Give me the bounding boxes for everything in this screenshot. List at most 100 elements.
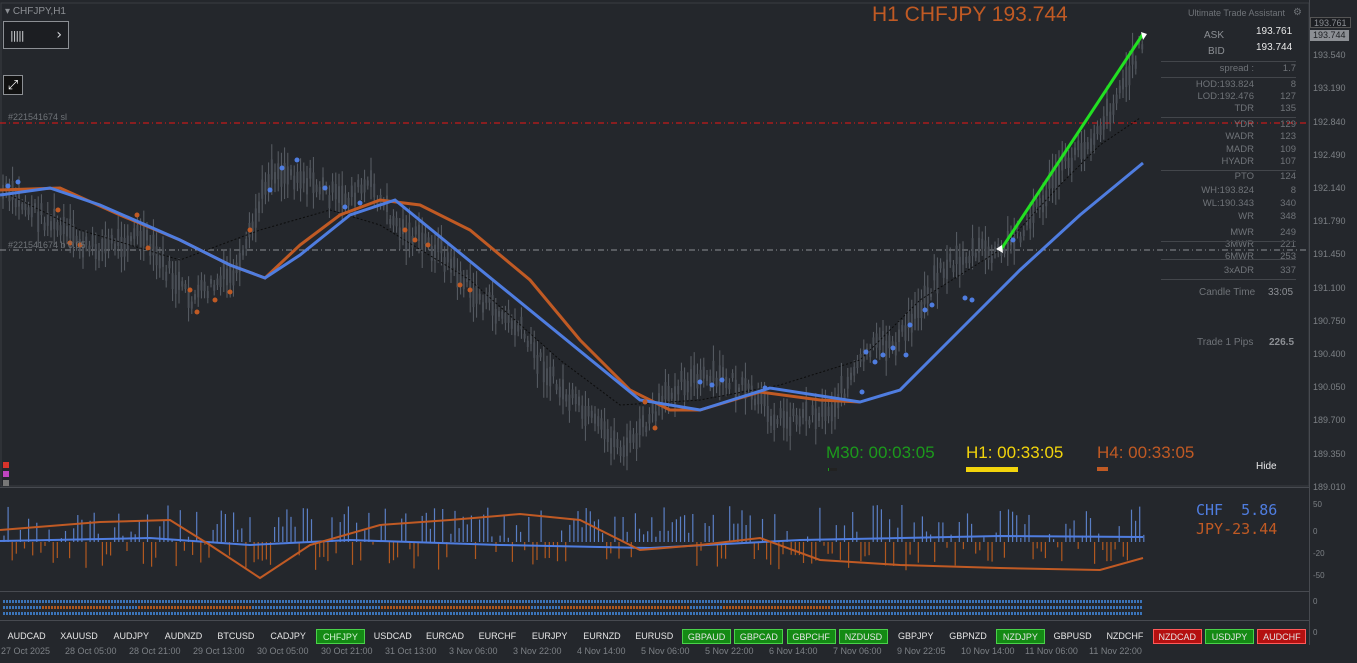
strip-cell — [981, 606, 983, 609]
strip-cell — [1116, 612, 1118, 615]
strip-cell — [27, 612, 29, 615]
candle-body — [232, 270, 235, 286]
strip-cell — [1065, 612, 1067, 615]
strip-cell — [666, 606, 668, 609]
symbol-tab[interactable]: AUDCHF — [1257, 629, 1307, 644]
strip-cell — [816, 600, 818, 603]
symbol-tab[interactable]: NZDCAD — [1152, 629, 1202, 644]
strip-cell — [765, 612, 767, 615]
symbol-tab[interactable]: GBPJPY — [891, 629, 940, 644]
strip-cell — [168, 612, 170, 615]
symbol-tab[interactable]: EURJPY — [525, 629, 574, 644]
symbol-tab[interactable]: BTCUSD — [211, 629, 260, 644]
strip-cell — [684, 606, 686, 609]
strip-cell — [300, 600, 302, 603]
strip-cell — [714, 600, 716, 603]
strip-cell — [207, 606, 209, 609]
candle-body — [885, 340, 888, 361]
symbol-tab[interactable]: EURCAD — [420, 629, 469, 644]
buy-signal-dot — [962, 295, 968, 301]
strip-cell — [636, 600, 638, 603]
symbol-tab[interactable]: GBPCHF — [786, 629, 836, 644]
strip-cell — [138, 600, 140, 603]
strip-cell — [984, 606, 986, 609]
symbol-tab[interactable]: GBPUSD — [1048, 629, 1097, 644]
strip-cell — [321, 612, 323, 615]
strip-cell — [39, 612, 41, 615]
nav-button[interactable]: ||||| › — [3, 21, 69, 49]
strip-cell — [1122, 612, 1124, 615]
strip-cell — [1020, 612, 1022, 615]
time-axis-label: 30 Oct 21:00 — [321, 646, 373, 656]
candle-body — [786, 411, 788, 429]
candle-body — [702, 366, 705, 379]
strip-cell — [921, 600, 923, 603]
symbol-tab[interactable]: CADJPY — [264, 629, 313, 644]
strip-cell — [393, 600, 395, 603]
candle-body — [101, 238, 104, 252]
pane-separator[interactable] — [0, 620, 1309, 621]
strip-cell — [897, 612, 899, 615]
symbol-tab[interactable]: NZDUSD — [838, 629, 889, 644]
strip-cell — [387, 606, 389, 609]
strip-cell — [210, 612, 212, 615]
strip-cell — [1062, 600, 1064, 603]
strip-cell — [90, 600, 92, 603]
candle-body — [763, 392, 766, 407]
pane-separator[interactable] — [0, 487, 1309, 488]
candle-body — [1038, 198, 1041, 210]
strip-cell — [822, 606, 824, 609]
candle-body — [581, 405, 584, 419]
strip-cell — [582, 600, 584, 603]
strip-cell — [27, 600, 29, 603]
strip-cell — [738, 612, 740, 615]
strip-cell — [201, 600, 203, 603]
strip-cell — [312, 612, 314, 615]
symbol-tab[interactable]: AUDJPY — [107, 629, 156, 644]
indicator-square-red[interactable] — [3, 462, 9, 468]
symbol-tab[interactable]: EURUSD — [630, 629, 679, 644]
symbol-tab[interactable]: AUDNZD — [159, 629, 208, 644]
symbol-tab[interactable]: EURCHF — [473, 629, 522, 644]
hide-button[interactable]: Hide — [1256, 461, 1277, 472]
candle-body — [107, 237, 110, 250]
symbol-tab[interactable]: CHFJPY — [315, 629, 366, 644]
strip-cell — [258, 600, 260, 603]
strip-cell — [111, 606, 113, 609]
symbol-title: ▾ CHFJPY,H1 — [5, 6, 66, 17]
strip-cell — [153, 612, 155, 615]
indicator-square-purple[interactable] — [3, 471, 9, 477]
symbol-tab[interactable]: GBPNZD — [943, 629, 992, 644]
symbol-tab[interactable]: XAUUSD — [54, 629, 103, 644]
collapse-icon[interactable]: ▾ — [5, 6, 13, 17]
candle-body — [834, 400, 836, 417]
symbol-tab[interactable]: GBPAUD — [681, 629, 732, 644]
candle-body — [126, 235, 129, 251]
trade-entry-marker — [996, 245, 1003, 253]
strip-cell — [801, 612, 803, 615]
symbol-tab[interactable]: EURNZD — [577, 629, 626, 644]
symbol-tab[interactable]: USDJPY — [1204, 629, 1255, 644]
strip-cell — [231, 606, 233, 609]
gear-icon[interactable]: ⚙ — [1293, 7, 1302, 18]
candle-body — [779, 408, 782, 419]
symbol-tab[interactable]: GBPCAD — [734, 629, 784, 644]
symbol-tab[interactable]: NZDJPY — [995, 629, 1045, 644]
strip-cell — [519, 600, 521, 603]
strip-cell — [807, 606, 809, 609]
strip-cell — [975, 612, 977, 615]
symbol-tab[interactable]: AUDCAD — [2, 629, 51, 644]
strip-cell — [627, 600, 629, 603]
time-axis[interactable]: 27 Oct 2025 28 Oct 05:00 28 Oct 21:00 29 Oc… — [0, 645, 1357, 659]
candle-body — [898, 329, 900, 343]
strip-cell — [291, 606, 293, 609]
symbol-tab[interactable]: USDCAD — [368, 629, 417, 644]
strip-cell — [579, 606, 581, 609]
pane-separator[interactable] — [0, 591, 1309, 592]
strip-cell — [1119, 606, 1121, 609]
indicator-square-gray[interactable] — [3, 480, 9, 486]
strip-cell — [909, 612, 911, 615]
strip-cell — [132, 600, 134, 603]
expand-arrows-icon[interactable]: ⤢ — [3, 75, 23, 95]
symbol-tab[interactable]: NZDCHF — [1100, 629, 1149, 644]
